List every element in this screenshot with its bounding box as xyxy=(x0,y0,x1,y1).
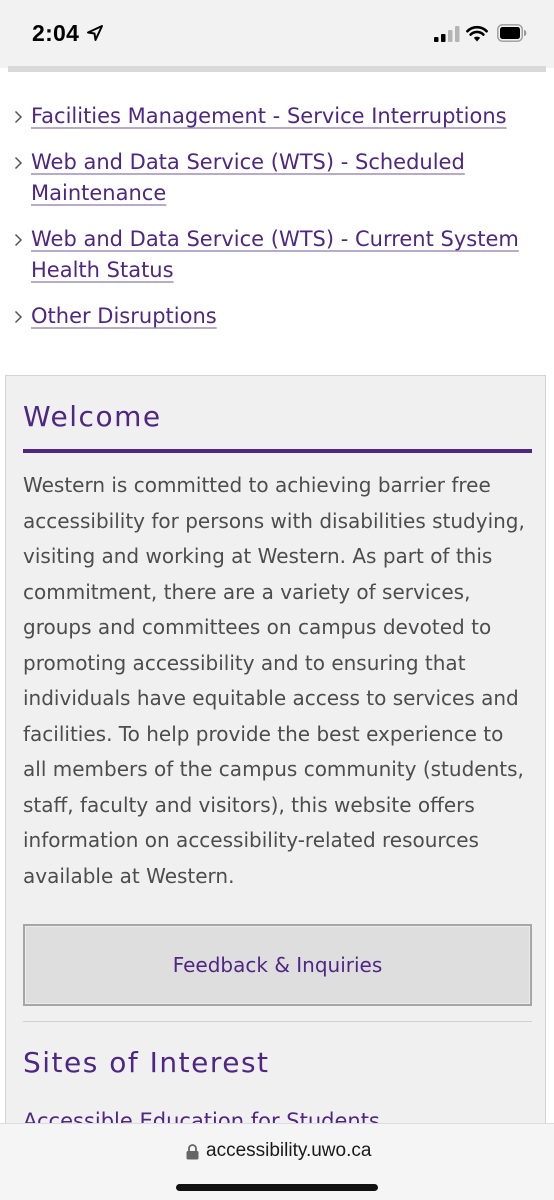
wifi-icon xyxy=(466,25,488,42)
cellular-signal-icon xyxy=(434,26,460,42)
home-indicator xyxy=(176,1184,378,1191)
list-item: Other Disruptions xyxy=(14,301,524,332)
sites-of-interest-heading: Sites of Interest xyxy=(23,1046,270,1079)
welcome-panel: Welcome Western is committed to achievin… xyxy=(5,375,546,1175)
disruptions-link-list: Facilities Management - Service Interrup… xyxy=(14,101,524,347)
link-facilities-service-interruptions[interactable]: Facilities Management - Service Interrup… xyxy=(31,104,507,128)
section-divider xyxy=(23,1021,532,1022)
link-wts-system-health-status[interactable]: Web and Data Service (WTS) - Current Sys… xyxy=(31,227,519,282)
chevron-right-icon xyxy=(14,156,23,170)
chevron-right-icon xyxy=(14,310,23,324)
battery-icon xyxy=(497,24,527,42)
feedback-inquiries-button[interactable]: Feedback & Inquiries xyxy=(23,924,532,1006)
list-item: Web and Data Service (WTS) - Scheduled M… xyxy=(14,147,524,209)
welcome-heading-rule xyxy=(23,449,532,453)
url-text[interactable]: accessibility.uwo.ca xyxy=(206,1140,371,1162)
link-other-disruptions[interactable]: Other Disruptions xyxy=(31,304,217,328)
status-time: 2:04 xyxy=(32,20,80,46)
header-divider xyxy=(8,66,546,72)
welcome-body-text: Western is committed to achieving barrie… xyxy=(23,473,525,888)
link-wts-scheduled-maintenance[interactable]: Web and Data Service (WTS) - Scheduled M… xyxy=(31,150,465,205)
chevron-right-icon xyxy=(14,110,23,124)
location-arrow-icon xyxy=(87,25,103,41)
welcome-heading: Welcome xyxy=(23,400,162,433)
lock-icon xyxy=(186,1144,199,1160)
browser-address-bar[interactable]: accessibility.uwo.ca xyxy=(0,1123,554,1200)
list-item: Facilities Management - Service Interrup… xyxy=(14,101,524,132)
status-bar: 2:04 xyxy=(0,0,554,68)
list-item: Web and Data Service (WTS) - Current Sys… xyxy=(14,224,524,286)
chevron-right-icon xyxy=(14,233,23,247)
